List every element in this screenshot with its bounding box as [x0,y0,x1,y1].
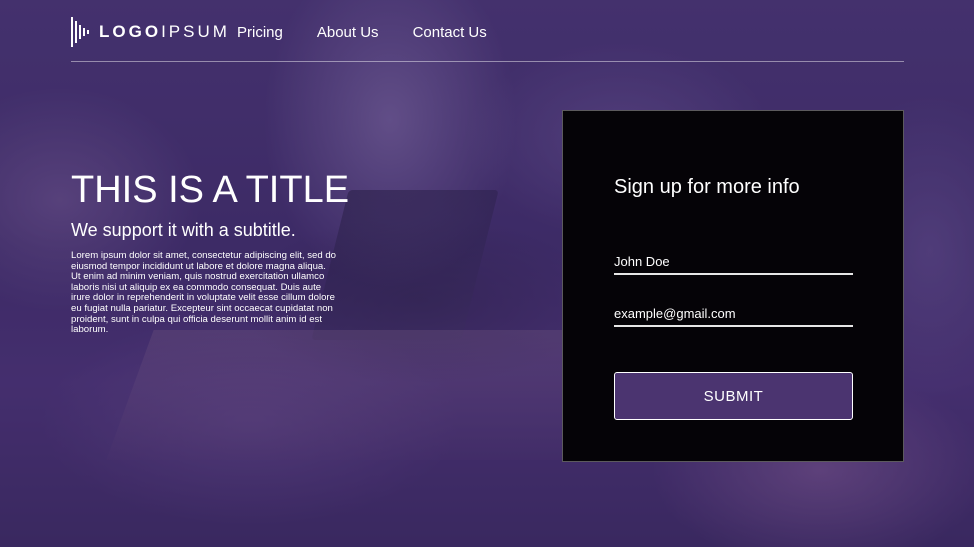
hero-subtitle: We support it with a subtitle. [71,220,296,240]
logo[interactable]: LOGOIPSUM [71,16,230,48]
logo-wordmark: LOGOIPSUM [99,22,230,41]
hero-title: THIS IS A TITLE [71,169,350,211]
soundwave-logo-icon [71,17,89,47]
hero-body-text: Lorem ipsum dolor sit amet, consectetur … [71,250,337,336]
name-field[interactable]: John Doe [614,253,853,275]
submit-button[interactable]: SUBMIT [614,372,853,420]
nav-item-pricing[interactable]: Pricing [237,24,283,41]
nav-item-about-us[interactable]: About Us [317,24,379,41]
nav-item-contact-us[interactable]: Contact Us [413,24,487,41]
main-nav: Pricing About Us Contact Us [237,24,487,41]
signup-heading: Sign up for more info [614,176,800,198]
hero-section: THIS IS A TITLE We support it with a sub… [71,169,350,336]
signup-card: Sign up for more info John Doe example@g… [562,110,904,462]
email-field[interactable]: example@gmail.com [614,305,853,327]
site-header: LOGOIPSUM Pricing About Us Contact Us [71,0,904,62]
